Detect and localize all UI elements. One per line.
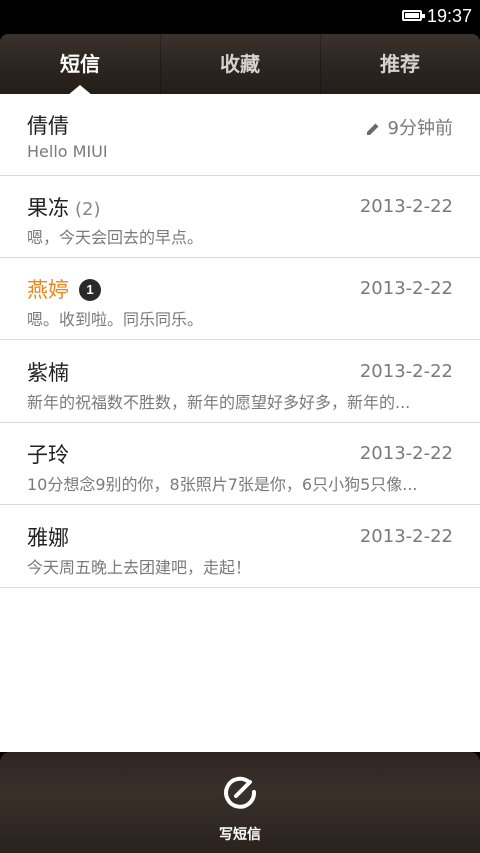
message-preview: 今天周五晚上去团建吧，走起！ — [27, 558, 252, 577]
bottom-bar: 写短信 — [0, 752, 480, 853]
conversation-date: 2013-2-22 — [359, 526, 453, 547]
conversation-row[interactable]: 雅娜 2013-2-22 今天周五晚上去团建吧，走起！ — [0, 506, 480, 588]
compose-button[interactable]: 写短信 — [190, 752, 290, 853]
tab-messages[interactable]: 短信 — [0, 34, 160, 95]
message-preview: 10分想念9别的你，8张照片7张是你，6只小狗5只像... — [27, 475, 418, 494]
contact-name-wrap: 果冻 (2) — [27, 192, 101, 222]
contact-name: 倩倩 — [27, 114, 69, 138]
conversation-row[interactable]: 燕婷 1 2013-2-22 嗯。收到啦。同乐同乐。 — [0, 258, 480, 340]
battery-icon — [402, 10, 425, 21]
conversation-date: 2013-2-22 — [359, 196, 453, 217]
conversation-row[interactable]: 子玲 2013-2-22 10分想念9别的你，8张照片7张是你，6只小狗5只像.… — [0, 423, 480, 505]
message-preview: 嗯。收到啦。同乐同乐。 — [27, 310, 204, 329]
conversation-list: 倩倩 9分钟前 Hello MIUI 果冻 (2) 2013-2-22 嗯，今天会… — [0, 94, 480, 752]
contact-name: 子玲 — [27, 443, 69, 467]
contact-name: 雅娜 — [27, 526, 69, 550]
conversation-row[interactable]: 果冻 (2) 2013-2-22 嗯，今天会回去的早点。 — [0, 176, 480, 258]
conversation-row[interactable]: 倩倩 9分钟前 Hello MIUI — [0, 94, 480, 176]
compose-icon — [224, 776, 257, 809]
draft-pencil-icon — [366, 123, 379, 135]
tab-favorites[interactable]: 收藏 — [160, 34, 320, 94]
conversation-date: 2013-2-22 — [359, 443, 453, 464]
message-preview: 嗯，今天会回去的早点。 — [27, 228, 204, 247]
tab-label: 推荐 — [380, 52, 420, 76]
compose-label: 写短信 — [219, 827, 261, 843]
message-count: (2) — [75, 199, 101, 220]
tab-recommended[interactable]: 推荐 — [320, 34, 480, 94]
contact-name: 紫楠 — [27, 361, 69, 385]
status-bar: 19:37 — [0, 0, 480, 34]
contact-name-wrap: 燕婷 1 — [27, 274, 101, 304]
tab-label: 收藏 — [220, 52, 260, 76]
message-preview: 新年的祝福数不胜数，新年的愿望好多好多，新年的... — [27, 393, 411, 412]
unread-badge: 1 — [79, 279, 101, 301]
tab-label: 短信 — [60, 52, 100, 76]
status-time: 19:37 — [426, 6, 472, 26]
conversation-date: 9分钟前 — [387, 118, 453, 139]
contact-name: 果冻 — [27, 196, 69, 220]
tab-bar: 短信 收藏 推荐 — [0, 34, 480, 95]
conversation-date: 2013-2-22 — [359, 361, 453, 382]
message-preview: Hello MIUI — [27, 142, 108, 161]
conversation-time: 9分钟前 — [366, 114, 453, 140]
contact-name: 燕婷 — [27, 278, 69, 302]
conversation-row[interactable]: 紫楠 2013-2-22 新年的祝福数不胜数，新年的愿望好多好多，新年的... — [0, 341, 480, 423]
conversation-date: 2013-2-22 — [359, 278, 453, 299]
